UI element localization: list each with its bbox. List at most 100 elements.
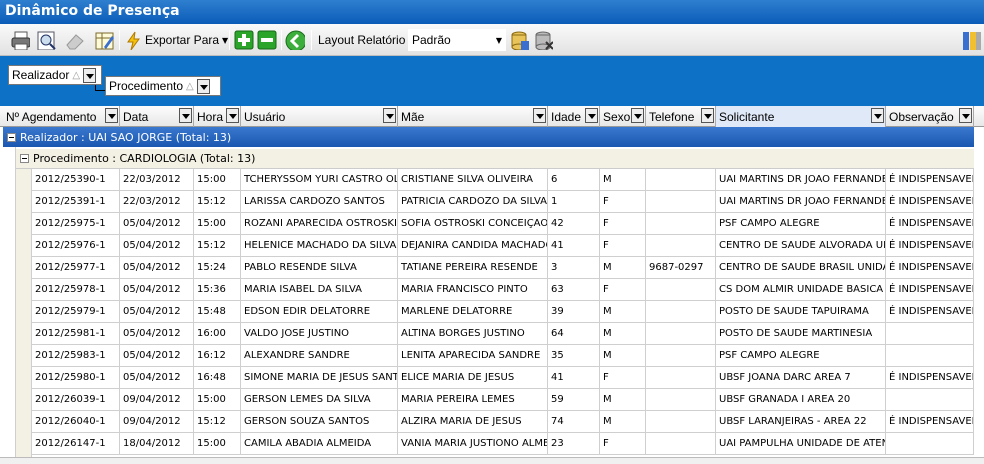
cell-idade[interactable]: 59 — [548, 389, 600, 411]
chevron-down-icon[interactable] — [196, 78, 210, 94]
cell-hora[interactable]: 15:48 — [194, 301, 241, 323]
cell-agendamento[interactable]: 2012/25981-1 — [32, 323, 120, 345]
cell-sexo[interactable]: F — [600, 191, 646, 213]
cell-agendamento[interactable]: 2012/26040-1 — [32, 411, 120, 433]
cell-observacao[interactable] — [886, 433, 974, 455]
cell-idade[interactable]: 1 — [548, 191, 600, 213]
cell-telefone[interactable] — [646, 279, 716, 301]
cell-hora[interactable]: 15:00 — [194, 433, 241, 455]
cell-idade[interactable]: 64 — [548, 323, 600, 345]
cell-usuario[interactable]: SIMONE MARIA DE JESUS SANTO — [241, 367, 398, 389]
cell-telefone[interactable] — [646, 433, 716, 455]
filter-dropdown-icon[interactable] — [585, 108, 598, 123]
eraser-button[interactable] — [64, 29, 84, 51]
cell-telefone[interactable] — [646, 301, 716, 323]
cell-telefone[interactable] — [646, 411, 716, 433]
table-row[interactable]: 2012/25983-1 05/04/2012 16:12 ALEXANDRE SAN… — [32, 345, 974, 367]
column-header[interactable]: Telefone — [646, 106, 716, 127]
cell-agendamento[interactable]: 2012/25980-1 — [32, 367, 120, 389]
filter-dropdown-icon[interactable] — [959, 108, 972, 123]
cell-telefone[interactable] — [646, 169, 716, 191]
column-header[interactable]: Nº Agendamento — [3, 106, 120, 127]
cell-hora[interactable]: 16:48 — [194, 367, 241, 389]
cell-solicitante[interactable]: UBSF GRANADA I AREA 20 — [716, 389, 886, 411]
cell-sexo[interactable]: M — [600, 345, 646, 367]
cell-observacao[interactable]: É INDISPENSAVEL — [886, 301, 974, 323]
cell-usuario[interactable]: HELENICE MACHADO DA SILVA — [241, 235, 398, 257]
cell-observacao[interactable] — [886, 389, 974, 411]
cell-usuario[interactable]: TCHERYSSOM YURI CASTRO OLI — [241, 169, 398, 191]
column-header[interactable]: Solicitante — [716, 106, 886, 127]
column-header[interactable]: Mãe — [398, 106, 548, 127]
cell-usuario[interactable]: CAMILA ABADIA ALMEIDA — [241, 433, 398, 455]
cell-agendamento[interactable]: 2012/25979-1 — [32, 301, 120, 323]
cell-data[interactable]: 18/04/2012 — [120, 433, 194, 455]
cell-sexo[interactable]: F — [600, 279, 646, 301]
table-row[interactable]: 2012/26147-1 18/04/2012 15:00 CAMILA ABADIA… — [32, 433, 974, 455]
cell-usuario[interactable]: LARISSA CARDOZO SANTOS — [241, 191, 398, 213]
cell-solicitante[interactable]: PSF CAMPO ALEGRE — [716, 213, 886, 235]
cell-data[interactable]: 05/04/2012 — [120, 279, 194, 301]
cell-data[interactable]: 05/04/2012 — [120, 345, 194, 367]
cell-agendamento[interactable]: 2012/25977-1 — [32, 257, 120, 279]
cell-mae[interactable]: ALZIRA MARIA DE JESUS — [398, 411, 548, 433]
cell-hora[interactable]: 15:12 — [194, 411, 241, 433]
cell-usuario[interactable]: GERSON SOUZA SANTOS — [241, 411, 398, 433]
cell-agendamento[interactable]: 2012/25975-1 — [32, 213, 120, 235]
cell-mae[interactable]: ELICE MARIA DE JESUS — [398, 367, 548, 389]
cell-solicitante[interactable]: UAI PAMPULHA UNIDADE DE ATENI — [716, 433, 886, 455]
cell-sexo[interactable]: M — [600, 257, 646, 279]
cell-hora[interactable]: 16:00 — [194, 323, 241, 345]
filter-dropdown-icon[interactable] — [631, 108, 644, 123]
cell-data[interactable]: 09/04/2012 — [120, 411, 194, 433]
cell-data[interactable]: 09/04/2012 — [120, 389, 194, 411]
cell-mae[interactable]: SOFIA OSTROSKI CONCEIÇAO — [398, 213, 548, 235]
cell-solicitante[interactable]: UBSF JOANA DARC AREA 7 — [716, 367, 886, 389]
cell-telefone[interactable] — [646, 323, 716, 345]
database-save-button[interactable] — [509, 29, 529, 51]
cell-idade[interactable]: 74 — [548, 411, 600, 433]
cell-mae[interactable]: DEJANIRA CANDIDA MACHADO — [398, 235, 548, 257]
cell-usuario[interactable]: EDSON EDIR DELATORRE — [241, 301, 398, 323]
cell-sexo[interactable]: M — [600, 411, 646, 433]
cell-agendamento[interactable]: 2012/25391-1 — [32, 191, 120, 213]
cell-hora[interactable]: 15:00 — [194, 389, 241, 411]
cell-hora[interactable]: 15:12 — [194, 191, 241, 213]
cell-agendamento[interactable]: 2012/26147-1 — [32, 433, 120, 455]
cell-solicitante[interactable]: POSTO DE SAUDE MARTINESIA — [716, 323, 886, 345]
cell-solicitante[interactable]: UBSF LARANJEIRAS - AREA 22 — [716, 411, 886, 433]
cell-observacao[interactable]: É INDISPENSAVEL — [886, 213, 974, 235]
cell-data[interactable]: 05/04/2012 — [120, 301, 194, 323]
filter-dropdown-icon[interactable] — [701, 108, 714, 123]
column-header[interactable]: Data — [120, 106, 194, 127]
cell-observacao[interactable]: É INDISPENSAVEL — [886, 411, 974, 433]
database-delete-button[interactable] — [533, 29, 553, 51]
table-row[interactable]: 2012/25391-1 22/03/2012 15:12 LARISSA CARDO… — [32, 191, 974, 213]
export-button[interactable]: Exportar Para ▼ — [124, 29, 228, 51]
cell-solicitante[interactable]: UAI MARTINS DR JOAO FERNANDES — [716, 191, 886, 213]
group-row-procedimento[interactable]: Procedimento : CARDIOLOGIA (Total: 13) — [16, 149, 974, 169]
filter-dropdown-icon[interactable] — [383, 108, 396, 123]
cell-sexo[interactable]: F — [600, 367, 646, 389]
print-button[interactable] — [10, 29, 30, 51]
cell-idade[interactable]: 35 — [548, 345, 600, 367]
cell-hora[interactable]: 15:00 — [194, 169, 241, 191]
cell-mae[interactable]: MARIA PEREIRA LEMES — [398, 389, 548, 411]
cell-agendamento[interactable]: 2012/25978-1 — [32, 279, 120, 301]
table-row[interactable]: 2012/25981-1 05/04/2012 16:00 VALDO JOSE JU… — [32, 323, 974, 345]
cell-agendamento[interactable]: 2012/25390-1 — [32, 169, 120, 191]
cell-mae[interactable]: TATIANE PEREIRA RESENDE — [398, 257, 548, 279]
table-row[interactable]: 2012/26039-1 09/04/2012 15:00 GERSON LEMES … — [32, 389, 974, 411]
filter-dropdown-icon[interactable] — [226, 108, 239, 123]
cell-telefone[interactable] — [646, 191, 716, 213]
cell-data[interactable]: 05/04/2012 — [120, 367, 194, 389]
filter-dropdown-icon[interactable] — [179, 108, 192, 123]
cell-data[interactable]: 05/04/2012 — [120, 257, 194, 279]
cell-idade[interactable]: 41 — [548, 235, 600, 257]
table-row[interactable]: 2012/25390-1 22/03/2012 15:00 TCHERYSSOM YU… — [32, 169, 974, 191]
cell-sexo[interactable]: F — [600, 213, 646, 235]
cell-usuario[interactable]: ALEXANDRE SANDRE — [241, 345, 398, 367]
cell-telefone[interactable] — [646, 389, 716, 411]
cell-observacao[interactable] — [886, 345, 974, 367]
column-header[interactable]: Observação — [886, 106, 974, 127]
